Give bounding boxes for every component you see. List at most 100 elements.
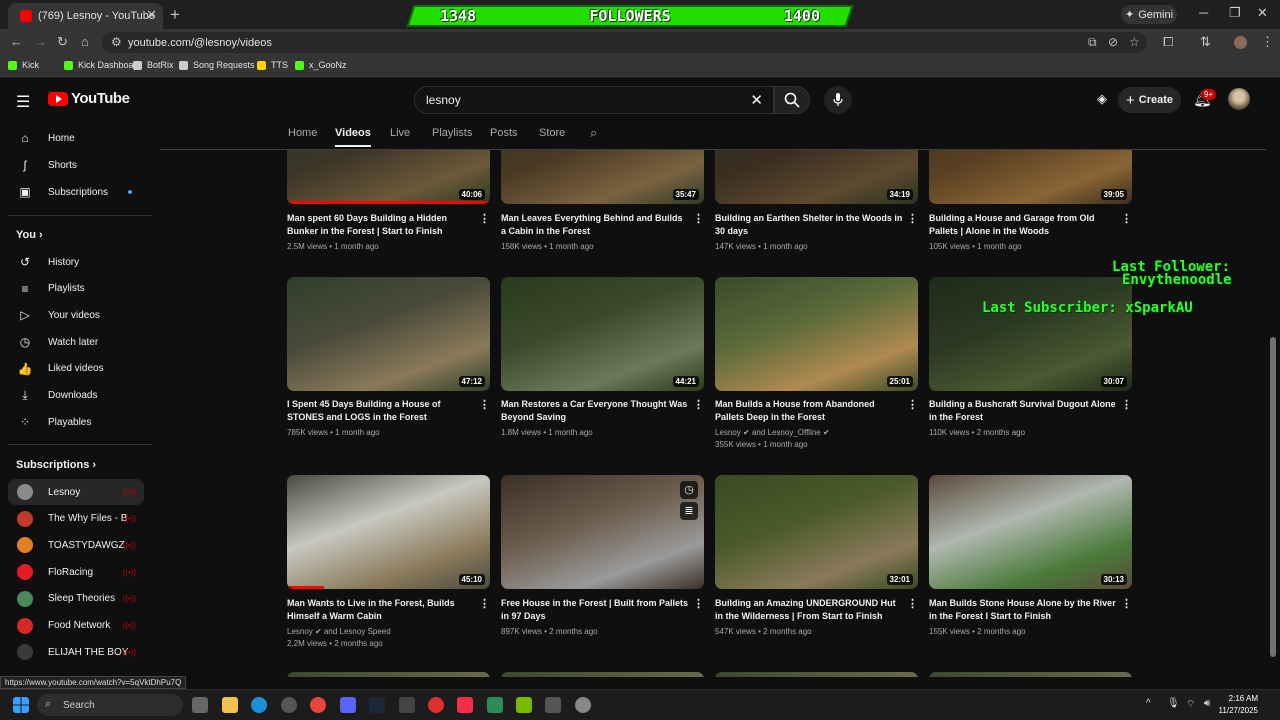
taskbar-search[interactable]: ⌕ Search (37, 694, 183, 716)
tray-expand-icon[interactable]: ^ (1146, 698, 1151, 709)
voice-search-button[interactable] (824, 86, 852, 114)
video-title[interactable]: Building an Amazing UNDERGROUND Hut in t… (715, 597, 903, 623)
obs-icon[interactable] (575, 697, 591, 713)
video-thumbnail[interactable]: 32:01 (715, 475, 918, 589)
sidebar-item[interactable]: ≡ Playlists (8, 276, 144, 302)
video-menu-icon[interactable]: ⋮ (693, 212, 704, 225)
video-menu-icon[interactable]: ⋮ (907, 398, 918, 411)
tab-videos[interactable]: Videos (335, 127, 371, 147)
sidebar-item[interactable]: ▣ Subscriptions (8, 179, 144, 205)
video-thumbnail[interactable] (929, 672, 1132, 677)
sidebar-item[interactable]: ⁘ Playables (8, 409, 144, 435)
eye-off-icon[interactable]: ⊘ (1108, 35, 1118, 49)
install-app-icon[interactable]: ⧉ (1088, 35, 1097, 50)
app-icon[interactable] (487, 697, 503, 713)
bookmark-item[interactable]: Song Requests (179, 60, 255, 70)
page-scrollbar[interactable] (1266, 122, 1280, 677)
video-menu-icon[interactable]: ⋮ (1121, 212, 1132, 225)
windows-start-icon[interactable] (13, 697, 29, 713)
sidebar-item[interactable]: TOASTYDAWGZ ((•)) (8, 532, 144, 558)
video-thumbnail[interactable]: 44:21 (501, 277, 704, 391)
video-thumbnail[interactable]: 34:19 (715, 150, 918, 204)
reload-icon[interactable]: ↻ (57, 34, 68, 50)
forward-icon[interactable]: → (34, 34, 47, 49)
avatar[interactable] (1228, 88, 1250, 110)
video-title[interactable]: Building a House and Garage from Old Pal… (929, 212, 1117, 238)
site-info-icon[interactable]: ⚙ (111, 35, 122, 49)
tab-live[interactable]: Live (390, 127, 410, 139)
url-input[interactable]: ⚙ youtube.com/@lesnoy/videos ⧉ ⊘ ☆ (102, 32, 1147, 53)
sidebar-item[interactable]: Lesnoy ((•)) (8, 479, 144, 505)
video-menu-icon[interactable]: ⋮ (907, 597, 918, 610)
tab-close-icon[interactable]: ✕ (146, 7, 157, 23)
clear-search-icon[interactable]: ✕ (750, 91, 763, 109)
video-thumbnail[interactable] (501, 672, 704, 677)
maximize-icon[interactable]: ❐ (1229, 5, 1241, 21)
discord-icon[interactable] (340, 697, 356, 713)
bookmark-star-icon[interactable]: ☆ (1129, 35, 1140, 49)
video-thumbnail[interactable]: 30:13 (929, 475, 1132, 589)
bookmark-item[interactable]: TTS (257, 60, 288, 70)
file-explorer-icon[interactable] (222, 697, 238, 713)
video-thumbnail[interactable]: 39:05 (929, 150, 1132, 204)
sidebar-you-heading[interactable]: You › (16, 229, 43, 241)
create-button[interactable]: + Create (1118, 87, 1181, 113)
tab-home[interactable]: Home (288, 127, 317, 139)
video-title[interactable]: Building an Earthen Shelter in the Woods… (715, 212, 903, 238)
wifi-icon[interactable]: ⌔ (1186, 698, 1195, 711)
sidebar-item[interactable]: The Why Files - B... ((•)) (8, 506, 144, 532)
browser-tab[interactable]: (769) Lesnoy - YouTube ✕ (8, 3, 163, 29)
sidebar-item[interactable]: ▷ Your videos (8, 302, 144, 328)
video-title[interactable]: Free House in the Forest | Built from Pa… (501, 597, 689, 623)
video-thumbnail[interactable]: 47:12 (287, 277, 490, 391)
gemini-button[interactable]: ✦ Gemini (1121, 5, 1177, 24)
video-title[interactable]: Building a Bushcraft Survival Dugout Alo… (929, 398, 1117, 424)
profile-avatar-icon[interactable] (1234, 36, 1247, 49)
video-menu-icon[interactable]: ⋮ (479, 597, 490, 610)
sidebar-item[interactable]: ELIJAH THE BOY ((•)) (8, 639, 144, 665)
video-thumbnail[interactable]: 45:10 (287, 475, 490, 589)
video-menu-icon[interactable]: ⋮ (693, 398, 704, 411)
chrome-icon[interactable] (310, 697, 326, 713)
profile-switch-icon[interactable]: ⇅ (1200, 34, 1211, 50)
video-thumbnail[interactable]: 25:01 (715, 277, 918, 391)
volume-icon[interactable]: 🔊︎ (1204, 698, 1210, 709)
task-view-icon[interactable] (192, 697, 208, 713)
video-thumbnail[interactable]: ◷ ≣ (501, 475, 704, 589)
hamburger-menu-icon[interactable]: ☰ (16, 92, 30, 112)
sidebar-item[interactable]: ʃ Shorts (8, 152, 144, 178)
video-title[interactable]: Man Leaves Everything Behind and Builds … (501, 212, 689, 238)
app-icon[interactable] (281, 697, 297, 713)
video-title[interactable]: Man spent 60 Days Building a Hidden Bunk… (287, 212, 475, 238)
extensions-icon[interactable]: ⧠ (1163, 34, 1173, 50)
video-thumbnail[interactable]: 40:06 (287, 150, 490, 204)
taskbar-clock[interactable]: 2:16 AM 11/27/2025 (1219, 693, 1258, 717)
youtube-logo[interactable]: YouTube (48, 90, 130, 107)
tab-posts[interactable]: Posts (490, 127, 518, 139)
bookmark-item[interactable]: Kick Dashboard (64, 60, 142, 70)
tab-store[interactable]: Store (539, 127, 565, 139)
home-browser-icon[interactable]: ⌂ (81, 34, 89, 49)
sidebar-item[interactable]: Sleep Theories ((•)) (8, 586, 144, 612)
new-tab-icon[interactable]: + (170, 5, 180, 25)
video-menu-icon[interactable]: ⋮ (479, 212, 490, 225)
video-thumbnail[interactable] (287, 672, 490, 677)
sidebar-item[interactable]: 👍 Liked videos (8, 356, 144, 382)
window-close-icon[interactable]: ✕ (1257, 5, 1268, 21)
sidebar-item[interactable]: ⤓ Downloads (8, 383, 144, 409)
search-button[interactable] (774, 86, 810, 114)
sidebar-item[interactable]: Food Network ((•)) (8, 613, 144, 639)
nvidia-icon[interactable] (516, 697, 532, 713)
sidebar-item[interactable]: ⌂ Home (8, 125, 144, 151)
kebab-menu-icon[interactable]: ⋮ (1261, 34, 1274, 50)
video-menu-icon[interactable]: ⋮ (1121, 398, 1132, 411)
edge-icon[interactable] (251, 697, 267, 713)
video-menu-icon[interactable]: ⋮ (907, 212, 918, 225)
mic-tray-icon[interactable]: 🎙︎ (1167, 698, 1180, 709)
music-icon[interactable] (457, 697, 473, 713)
video-menu-icon[interactable]: ⋮ (1121, 597, 1132, 610)
video-title[interactable]: Man Wants to Live in the Forest, Builds … (287, 597, 475, 623)
app-icon[interactable] (428, 697, 444, 713)
cast-icon[interactable]: ◈ (1097, 91, 1107, 107)
search-input[interactable]: lesnoy ✕ (414, 86, 774, 114)
